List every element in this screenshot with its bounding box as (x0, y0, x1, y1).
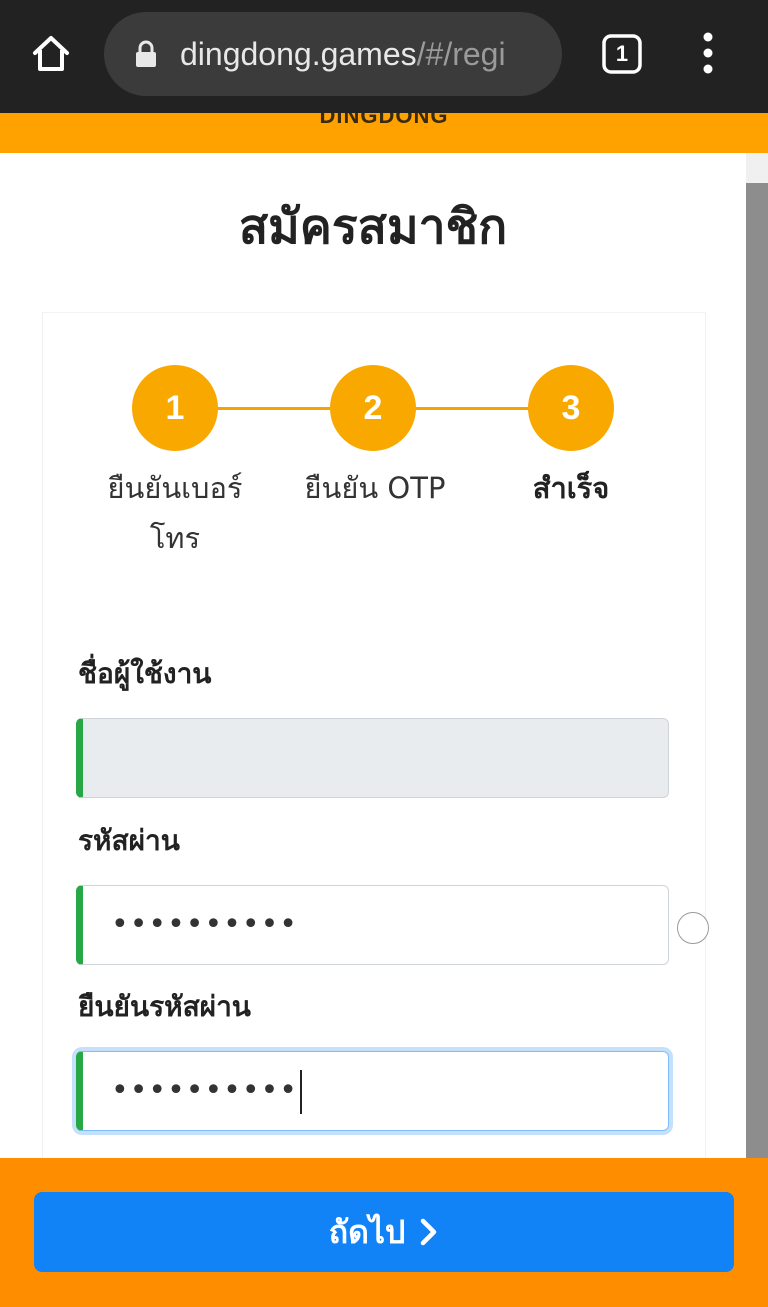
tab-count: 1 (615, 41, 629, 66)
step-connector (216, 407, 332, 410)
step-1-label: ยืนยันเบอร์ โทร (90, 463, 260, 563)
chevron-right-icon (421, 1218, 437, 1246)
step-3-label: สำเร็จ (532, 471, 610, 505)
confirm-password-label: ยืนยันรหัสผ่าน (78, 990, 251, 1023)
url-text: dingdong.games/#/regi (180, 34, 562, 74)
step-1-indicator: 1 (132, 365, 218, 451)
step-3-indicator: 3 (528, 365, 614, 451)
step-2-indicator: 2 (330, 365, 416, 451)
step-connector (414, 407, 530, 410)
home-icon (33, 36, 69, 71)
browser-toolbar: dingdong.games/#/regi 1 (0, 0, 768, 113)
confirm-password-value: •••••••••• (111, 1073, 298, 1108)
next-button-label: ถัดไป (328, 1212, 406, 1251)
username-input[interactable] (76, 718, 669, 798)
lock-icon (136, 40, 156, 67)
url-host: dingdong.games (180, 36, 417, 72)
home-button[interactable] (26, 28, 76, 78)
next-button[interactable]: ถัดไป (34, 1192, 734, 1272)
scrollbar-track (746, 153, 768, 183)
more-vertical-icon (703, 32, 713, 74)
scrollbar-thumb[interactable] (746, 183, 768, 1158)
url-path: /#/regi (416, 36, 506, 72)
step-1-label-line1: ยืนยันเบอร์ (107, 471, 243, 505)
confirm-password-input[interactable]: •••••••••• (76, 1051, 669, 1131)
password-input[interactable]: •••••••••• (76, 885, 669, 965)
page-title: สมัครสมาชิก (238, 199, 508, 255)
tab-switcher-button[interactable]: 1 (601, 33, 643, 75)
password-toggle[interactable] (677, 912, 709, 944)
site-header: DINGDONG (0, 113, 768, 153)
username-label: ชื่อผู้ใช้งาน (78, 657, 212, 690)
site-logo[interactable]: DINGDONG (0, 113, 768, 129)
password-label: รหัสผ่าน (78, 824, 180, 857)
address-bar[interactable]: dingdong.games/#/regi (104, 12, 562, 96)
step-1-label-line2: โทร (149, 521, 201, 555)
browser-menu-button[interactable] (690, 30, 726, 76)
text-caret (299, 1069, 302, 1114)
step-2-label: ยืนยัน OTP (304, 471, 446, 505)
